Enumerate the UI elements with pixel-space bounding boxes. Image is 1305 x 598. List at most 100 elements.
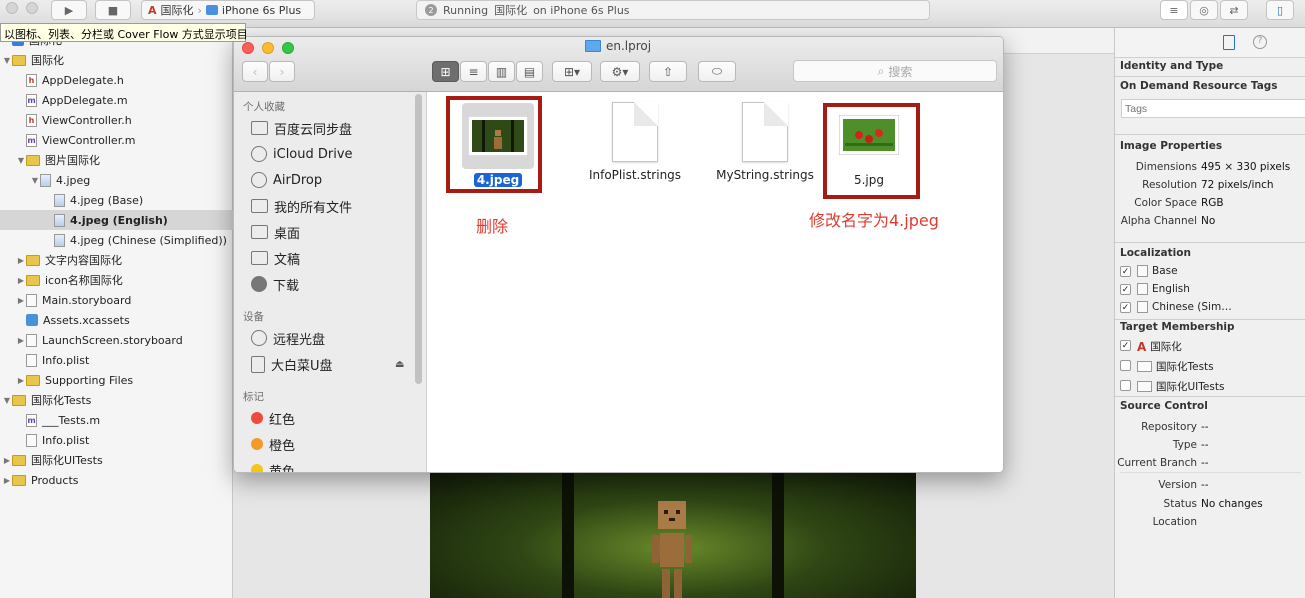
navigator-item[interactable]: ▶ 文字内容国际化 (0, 250, 233, 270)
sidebar-item[interactable]: 橙色 (251, 434, 295, 454)
edit-tags-button[interactable]: ⬭ (698, 61, 736, 82)
navigator-item[interactable]: m ViewController.m (0, 130, 233, 150)
navigator-item[interactable]: h ViewController.h (0, 110, 233, 130)
navigator-item[interactable]: ▼ 国际化 (0, 50, 233, 70)
navigator-item[interactable]: Info.plist (0, 430, 233, 450)
target-checkbox[interactable] (1120, 360, 1131, 371)
disclosure-open-icon[interactable]: ▼ (2, 56, 12, 65)
navigator-item[interactable]: ▶ Products (0, 470, 233, 490)
target-label: 国际化Tests (1156, 361, 1214, 373)
image-file-icon (54, 233, 65, 247)
navigator-item[interactable]: ▶ icon名称国际化 (0, 270, 233, 290)
target-checkbox[interactable] (1120, 380, 1131, 391)
navigator-item[interactable]: ▼ 国际化Tests (0, 390, 233, 410)
disclosure-closed-icon[interactable]: ▶ (16, 276, 26, 285)
navigator-item[interactable]: Assets.xcassets (0, 310, 233, 330)
sidebar-item[interactable]: 黄色 (251, 460, 296, 473)
scheme-selector[interactable]: A 国际化 › iPhone 6s Plus (141, 0, 315, 20)
sidebar-item[interactable]: 远程光盘 (251, 328, 325, 348)
localization-checkbox[interactable]: ✓ (1120, 284, 1131, 295)
divider (1115, 242, 1305, 243)
disclosure-closed-icon[interactable]: ▶ (2, 456, 12, 465)
standard-editor-button[interactable]: ≡ (1160, 0, 1188, 20)
sidebar-item[interactable]: 下载 (251, 274, 299, 294)
navigator-item[interactable]: 4.jpeg (Base) (0, 190, 233, 210)
navigator-item[interactable]: 4.jpeg (English) (0, 210, 233, 230)
folder-icon (12, 394, 26, 406)
localization-checkbox[interactable]: ✓ (1120, 302, 1131, 313)
navigator-item[interactable]: m ___Tests.m (0, 410, 233, 430)
action-button[interactable]: ⚙▾ (600, 61, 640, 82)
sidebar-item[interactable]: 大白菜U盘 ⏏ (251, 354, 404, 374)
image-file-icon (54, 213, 65, 227)
current-branch-value: -- (1201, 457, 1209, 469)
disclosure-open-icon[interactable]: ▼ (30, 176, 40, 185)
cover-flow-button[interactable]: ▤ (516, 61, 543, 82)
sidebar-item[interactable]: 百度云同步盘 (251, 118, 352, 138)
icon-view-button[interactable]: ⊞ (432, 61, 459, 82)
arrange-button[interactable]: ⊞▾ (552, 61, 592, 82)
folder-icon (26, 274, 40, 286)
navigator-item[interactable]: ▶ Main.storyboard (0, 290, 233, 310)
disclosure-open-icon[interactable]: ▼ (2, 396, 12, 405)
share-button[interactable]: ⇧ (649, 61, 687, 82)
finder-window: en.lproj ‹ › ⊞ ≡ ▥ ▤ ⊞▾ ⚙▾ ⇧ ⬭ ⌕ 搜索 个人收藏… (233, 36, 1004, 473)
navigator-item[interactable]: Info.plist (0, 350, 233, 370)
close-button[interactable] (242, 42, 254, 54)
disclosure-closed-icon[interactable]: ▶ (16, 296, 26, 305)
file-item-mystring-strings[interactable]: MyString.strings (710, 102, 820, 182)
navigator-item[interactable]: ▼ 图片国际化 (0, 150, 233, 170)
airdrop-icon (251, 172, 267, 188)
disclosure-open-icon[interactable]: ▼ (16, 156, 26, 165)
folder-icon (12, 474, 26, 486)
navigator-item[interactable]: ▶ 国际化UITests (0, 450, 233, 470)
disclosure-closed-icon[interactable]: ▶ (16, 376, 26, 385)
sidebar-scrollbar[interactable] (415, 94, 422, 384)
minimize-window-icon[interactable] (26, 2, 38, 14)
stop-button[interactable]: ■ (95, 0, 131, 20)
sidebar-item[interactable]: iCloud Drive (251, 144, 353, 164)
sidebar-item[interactable]: 红色 (251, 408, 295, 428)
localization-checkbox[interactable]: ✓ (1120, 266, 1131, 277)
navigator-item[interactable]: h AppDelegate.h (0, 70, 233, 90)
navigator-item[interactable]: ▼ 4.jpeg (0, 170, 233, 190)
version-editor-button[interactable]: ⇄ (1220, 0, 1248, 20)
file-inspector-icon[interactable] (1223, 35, 1235, 50)
file-item-infoplist-strings[interactable]: InfoPlist.strings (580, 102, 690, 182)
list-view-button[interactable]: ≡ (460, 61, 487, 82)
current-branch-label: Current Branch (1117, 457, 1197, 469)
minimize-button[interactable] (262, 42, 274, 54)
cloud-icon (251, 146, 267, 162)
project-navigator: 国际化▼国际化hAppDelegate.hmAppDelegate.mhView… (0, 28, 233, 598)
file-name-label: MyString.strings (716, 168, 814, 182)
navigator-item[interactable]: ▶ LaunchScreen.storyboard (0, 330, 233, 350)
column-view-button[interactable]: ▥ (488, 61, 515, 82)
close-window-icon[interactable] (6, 2, 18, 14)
run-button[interactable]: ▶ (51, 0, 87, 20)
target-checkbox[interactable]: ✓ (1120, 340, 1131, 351)
tags-input[interactable] (1121, 99, 1305, 118)
navigator-item[interactable]: 4.jpeg (Chinese (Simplified)) (0, 230, 233, 250)
quick-help-icon[interactable]: ? (1253, 35, 1267, 49)
back-button[interactable]: ‹ (242, 61, 268, 82)
toggle-navigator-button[interactable]: ▯ (1266, 0, 1294, 20)
navigator-item[interactable]: ▶ Supporting Files (0, 370, 233, 390)
eject-icon[interactable]: ⏏ (395, 359, 404, 370)
app-icon: A (148, 3, 157, 17)
sidebar-item[interactable]: 我的所有文件 (251, 196, 352, 216)
disclosure-closed-icon[interactable]: ▶ (16, 256, 26, 265)
folder-icon (26, 154, 40, 166)
sidebar-item[interactable]: 桌面 (251, 222, 300, 242)
disclosure-closed-icon[interactable]: ▶ (16, 336, 26, 345)
colorspace-value: RGB (1201, 197, 1224, 209)
zoom-button[interactable] (282, 42, 294, 54)
forward-button[interactable]: › (269, 61, 295, 82)
sidebar-item[interactable]: 文稿 (251, 248, 300, 268)
search-field[interactable]: ⌕ 搜索 (793, 60, 997, 82)
disclosure-closed-icon[interactable]: ▶ (2, 476, 12, 485)
assistant-editor-button[interactable]: ◎ (1190, 0, 1218, 20)
sidebar-item[interactable]: AirDrop (251, 170, 322, 190)
sidebar-item-label: 黄色 (269, 464, 296, 473)
navigator-item[interactable]: m AppDelegate.m (0, 90, 233, 110)
sidebar-icon: ▯ (1276, 3, 1284, 17)
